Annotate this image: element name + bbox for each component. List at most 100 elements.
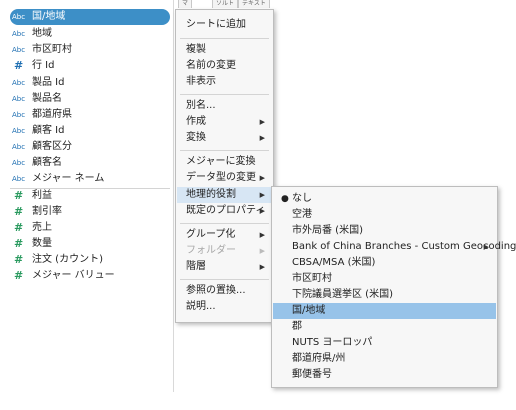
menu-item-add-to-sheet[interactable]: シートに追加 xyxy=(186,17,246,33)
field-dimension-customer-id[interactable]: Abc 顧客 Id xyxy=(12,123,64,139)
menu-item-label: データ型の変更 xyxy=(186,172,256,183)
menu-item-label: 階層 xyxy=(186,261,206,272)
top-tab-label: ソルト xyxy=(216,0,235,7)
tableau-workspace: マ ソルト テキスト Abc 国/地域 Abc 地域 Abc 市区町村 # 行 … xyxy=(0,0,516,410)
submenu-arrow-icon: ▶ xyxy=(259,191,265,199)
menu-separator xyxy=(180,223,269,224)
menu-item-transform[interactable]: 変換 xyxy=(186,130,206,146)
menu-item-describe[interactable]: 説明... xyxy=(186,299,216,315)
geo-role-congressional-district[interactable]: 下院議員選挙区 (米国) xyxy=(292,287,393,303)
menu-item-replace-references[interactable]: 参照の置換... xyxy=(186,283,246,299)
menu-separator xyxy=(180,279,269,280)
dimension-string-icon: Abc xyxy=(12,127,26,135)
field-dimension-measure-names[interactable]: Abc メジャー ネーム xyxy=(12,171,104,187)
geo-role-city[interactable]: 市区町村 xyxy=(292,271,332,287)
dimension-string-icon: Abc xyxy=(12,95,26,103)
menu-item-label: 既定のプロパティ xyxy=(186,205,266,216)
field-label: 顧客区分 xyxy=(32,141,72,152)
menu-separator xyxy=(180,94,269,95)
dimension-string-icon: Abc xyxy=(12,13,26,21)
dimension-string-icon: Abc xyxy=(12,159,26,167)
menu-separator xyxy=(180,38,269,39)
menu-item-duplicate[interactable]: 複製 xyxy=(186,42,206,58)
field-measure-discount[interactable]: # 割引率 xyxy=(12,204,62,220)
submenu-arrow-icon: ▶ xyxy=(259,247,265,255)
field-label: 行 Id xyxy=(32,60,55,71)
submenu-arrow-icon: ▶ xyxy=(259,207,265,215)
geo-role-none[interactable]: なし xyxy=(292,191,312,207)
menu-item-label: 作成 xyxy=(186,116,206,127)
menu-item-geographic-role[interactable]: 地理的役割 xyxy=(186,187,236,203)
field-context-menu: シートに追加 複製 名前の変更 非表示 別名... 作成 ▶ 変換 ▶ メジャー… xyxy=(175,9,274,323)
menu-item-create[interactable]: 作成 xyxy=(186,114,206,130)
field-label: 割引率 xyxy=(32,206,62,217)
field-label: 顧客 Id xyxy=(32,125,65,136)
field-dimension-product-id[interactable]: Abc 製品 Id xyxy=(12,75,64,91)
dimension-string-icon: Abc xyxy=(12,79,26,87)
field-label: メジャー バリュー xyxy=(32,270,115,281)
field-label: 顧客名 xyxy=(32,157,62,168)
top-tab-label: テキスト xyxy=(242,0,266,7)
field-label: 製品 Id xyxy=(32,77,65,88)
field-label: 売上 xyxy=(32,222,52,233)
field-measure-sales[interactable]: # 売上 xyxy=(12,220,52,236)
bottom-strip xyxy=(0,392,516,410)
submenu-arrow-icon: ▶ xyxy=(259,263,265,271)
geo-role-airport[interactable]: 空港 xyxy=(292,207,312,223)
field-label: 地域 xyxy=(32,28,52,39)
field-label: 注文 (カウント) xyxy=(32,254,103,265)
geo-role-state-province[interactable]: 都道府県/州 xyxy=(292,351,345,367)
field-dimension-row-id[interactable]: # 行 Id xyxy=(12,58,54,74)
field-label: 製品名 xyxy=(32,93,62,104)
field-measure-measure-values[interactable]: # メジャー バリュー xyxy=(12,268,115,284)
dimension-string-icon: Abc xyxy=(12,175,26,183)
submenu-arrow-icon: ▶ xyxy=(259,174,265,182)
field-measure-order-count[interactable]: # 注文 (カウント) xyxy=(12,252,103,268)
geo-role-county[interactable]: 郡 xyxy=(292,319,302,335)
geo-role-custom-geocoding[interactable]: Bank of China Branches - Custom Geocodin… xyxy=(292,239,516,255)
dimension-string-icon: Abc xyxy=(12,46,26,54)
field-label: 利益 xyxy=(32,190,52,201)
geo-role-country[interactable]: 国/地域 xyxy=(292,303,325,319)
field-measure-quantity[interactable]: # 数量 xyxy=(12,236,52,252)
field-dimension-prefecture[interactable]: Abc 都道府県 xyxy=(12,107,72,123)
top-tab-label: マ xyxy=(182,0,189,7)
menu-item-folders: フォルダー xyxy=(186,243,236,259)
measure-number-icon: # xyxy=(14,221,24,234)
menu-item-label: 地理的役割 xyxy=(186,189,236,200)
measure-number-icon: # xyxy=(14,237,24,250)
field-measure-profit[interactable]: # 利益 xyxy=(12,188,52,204)
data-pane: Abc 国/地域 Abc 地域 Abc 市区町村 # 行 Id Abc 製品 I… xyxy=(0,0,175,410)
menu-item-change-data-type[interactable]: データ型の変更 xyxy=(186,170,256,186)
menu-item-default-properties[interactable]: 既定のプロパティ xyxy=(186,203,265,219)
field-label: 国/地域 xyxy=(32,11,66,22)
submenu-arrow-icon: ▶ xyxy=(483,243,489,251)
field-dimension-customer-segment[interactable]: Abc 顧客区分 xyxy=(12,139,72,155)
measure-number-icon: # xyxy=(14,269,24,282)
geo-role-nuts-europe[interactable]: NUTS ヨーロッパ xyxy=(292,335,372,351)
menu-item-aliases[interactable]: 別名... xyxy=(186,98,216,114)
dimension-string-icon: Abc xyxy=(12,111,26,119)
menu-item-group-by[interactable]: グループ化 xyxy=(186,227,235,243)
field-label: 数量 xyxy=(32,238,52,249)
measure-number-icon: # xyxy=(14,189,24,202)
geo-role-area-code[interactable]: 市外局番 (米国) xyxy=(292,223,363,239)
menu-item-convert-to-measure[interactable]: メジャーに変換 xyxy=(186,154,256,170)
field-label: メジャー ネーム xyxy=(32,173,105,184)
geographic-role-submenu: ● なし 空港 市外局番 (米国) Bank of China Branches… xyxy=(271,186,516,388)
menu-item-rename[interactable]: 名前の変更 xyxy=(186,58,236,74)
field-dimension-country[interactable]: Abc 国/地域 xyxy=(12,9,170,25)
field-label: 市区町村 xyxy=(32,44,72,55)
menu-item-hierarchy[interactable]: 階層 xyxy=(186,259,206,275)
measure-number-icon: # xyxy=(14,253,24,266)
field-dimension-customer-name[interactable]: Abc 顧客名 xyxy=(12,155,62,171)
menu-item-hide[interactable]: 非表示 xyxy=(186,74,216,90)
geo-role-cbsa-msa[interactable]: CBSA/MSA (米国) xyxy=(292,255,375,271)
field-label: 都道府県 xyxy=(32,109,72,120)
field-dimension-region[interactable]: Abc 地域 xyxy=(12,26,52,42)
dimension-string-icon: Abc xyxy=(12,30,26,38)
field-dimension-product-name[interactable]: Abc 製品名 xyxy=(12,91,62,107)
field-dimension-city[interactable]: Abc 市区町村 xyxy=(12,42,72,58)
geo-role-zip-code[interactable]: 郵便番号 xyxy=(292,367,332,383)
menu-item-label: フォルダー xyxy=(186,245,236,256)
